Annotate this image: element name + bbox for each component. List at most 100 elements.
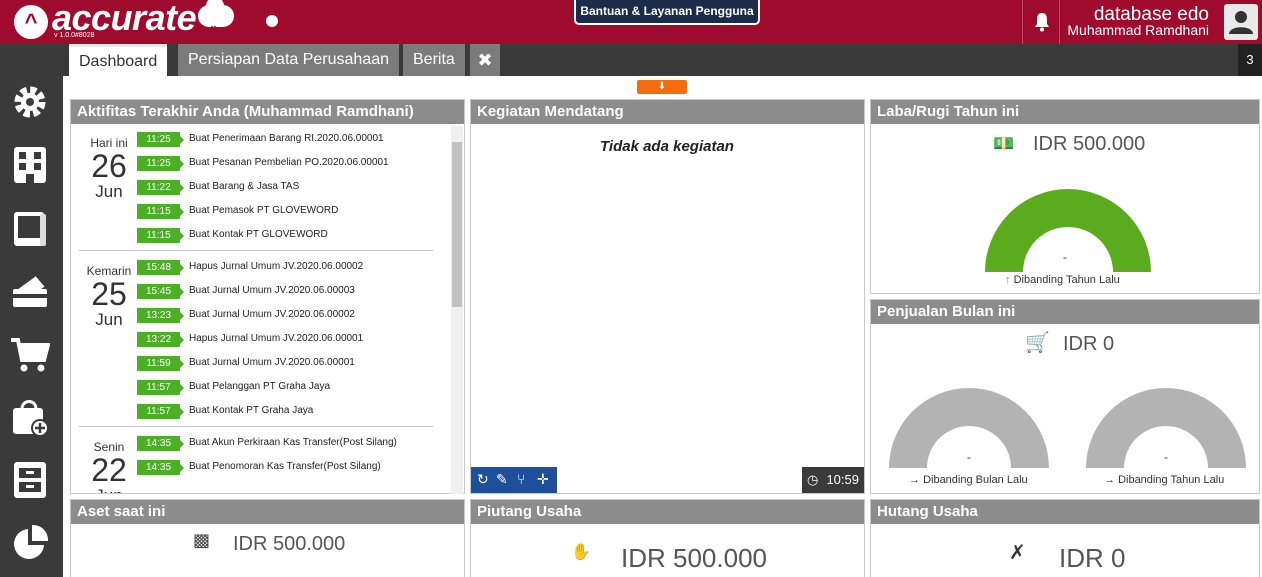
sales-cart-icon: [11, 338, 51, 372]
activity-panel: Aktifitas Terakhir Anda (Muhammad Ramdha…: [70, 99, 465, 494]
activity-description[interactable]: Buat Pemasok PT GLOVEWORD: [189, 205, 338, 216]
tab-berita[interactable]: Berita: [403, 44, 465, 76]
logo-subtitle: online: [196, 25, 229, 37]
sales-compare-month-label: Dibanding Bulan Lalu: [923, 474, 1028, 486]
sidebar-item-cash-bank[interactable]: [10, 271, 50, 311]
widget-clock: ◷ 10:59: [802, 467, 864, 493]
puzzle-icon: ▩: [193, 530, 211, 550]
events-title: Kegiatan Mendatang: [471, 100, 864, 124]
close-tab-button[interactable]: ✖: [470, 44, 500, 76]
receivables-title: Piutang Usaha: [471, 500, 864, 524]
sidebar-item-company[interactable]: [10, 145, 50, 185]
activity-time-badge: 11:15: [137, 204, 184, 219]
settings-icon: [14, 86, 46, 118]
profit-amount: IDR 500.000: [1033, 133, 1146, 155]
activity-time-badge: 14:35: [137, 436, 184, 451]
activity-description[interactable]: Buat Kontak PT Graha Jaya: [189, 405, 313, 416]
clock-icon: ◷: [807, 472, 819, 487]
edit-icon[interactable]: ✎: [496, 471, 508, 488]
activity-description[interactable]: Buat Penerimaan Barang RI.2020.06.00001: [189, 133, 384, 144]
arrow-up-icon: ↑: [1005, 274, 1011, 286]
activity-day-month: Jun: [79, 486, 139, 493]
bell-icon: [1035, 13, 1049, 32]
sidebar-item-inventory[interactable]: [10, 460, 50, 500]
activity-day: Kemarin 25 Jun: [79, 264, 139, 330]
activity-time-badge: 13:22: [137, 332, 184, 347]
activity-time-badge: 11:15: [137, 228, 184, 243]
tab-count-badge: 3: [1238, 44, 1262, 76]
payables-title: Hutang Usaha: [871, 500, 1259, 524]
activity-description[interactable]: Buat Jurnal Umum JV.2020.06.00002: [189, 309, 355, 320]
activity-description[interactable]: Buat Penomoran Kas Transfer(Post Silang): [189, 461, 381, 472]
activity-time-badge: 11:57: [137, 404, 184, 419]
activity-description[interactable]: Buat Jurnal Umum JV.2020.06.00003: [189, 285, 355, 296]
sales-compare-year-label: Dibanding Tahun Lalu: [1118, 474, 1225, 486]
profit-gauge: [985, 189, 1151, 272]
activity-day-number: 26: [91, 148, 127, 184]
activity-description[interactable]: Buat Barang & Jasa TAS: [189, 181, 299, 192]
accurate-logo[interactable]: ^ accurate online v 1.0.0#8028: [14, 0, 234, 41]
activity-day: Senin22Jun: [79, 440, 139, 493]
activity-day-number: 22: [91, 452, 127, 488]
activity-description[interactable]: Buat Akun Perkiraan Kas Transfer(Post Si…: [189, 437, 397, 448]
activity-description[interactable]: Hapus Jurnal Umum JV.2020.06.00001: [189, 333, 363, 344]
cloud-icon: [198, 0, 234, 27]
activity-day-number: 25: [91, 276, 127, 312]
sidebar-item-purchase[interactable]: [10, 397, 50, 437]
inventory-icon: [14, 462, 46, 498]
help-button[interactable]: Bantuan & Layanan Pengguna: [574, 0, 760, 25]
sidebar: [0, 44, 63, 577]
profit-compare-label: Dibanding Tahun Lalu: [1013, 274, 1120, 286]
activity-scrollbar[interactable]: [451, 126, 463, 494]
activity-list: Hari ini 26 Jun 11:25 Buat Penerimaan Barang…: [71, 124, 451, 493]
sidebar-item-ledger[interactable]: [10, 208, 50, 248]
activity-description[interactable]: Buat Kontak PT GLOVEWORD: [189, 229, 328, 240]
scrollbar-thumb[interactable]: [452, 142, 462, 307]
profit-gauge-value: -: [1063, 250, 1067, 264]
arrow-right-icon: →: [909, 474, 920, 486]
activity-time-badge: 11:25: [137, 132, 184, 147]
receivables-amount: IDR 500.000: [621, 543, 767, 573]
events-panel: Kegiatan Mendatang Tidak ada kegiatan ↻ …: [470, 99, 865, 494]
notification-button[interactable]: [1022, 0, 1060, 44]
status-dot-icon[interactable]: [266, 15, 278, 27]
activity-description[interactable]: Buat Pelanggan PT Graha Jaya: [189, 381, 330, 392]
arrow-down-icon: ⬇: [657, 81, 667, 92]
ledger-icon: [14, 212, 46, 246]
sidebar-item-sales[interactable]: [10, 334, 51, 374]
activity-divider: [79, 426, 433, 427]
activity-time-badge: 11:25: [137, 156, 184, 171]
user-icon: [1229, 11, 1253, 34]
share-icon[interactable]: ⑂: [517, 471, 525, 487]
sales-gauge-month-value: -: [967, 450, 971, 464]
report-pie-icon: [14, 524, 49, 559]
activity-description[interactable]: Buat Pesanan Pembelian PO.2020.06.00001: [189, 157, 389, 168]
profit-panel: Laba/Rugi Tahun ini 💵 IDR 500.000 - ↑ Di…: [870, 99, 1260, 294]
activity-description[interactable]: Hapus Jurnal Umum JV.2020.06.00002: [189, 261, 363, 272]
activity-day-month: Jun: [95, 310, 123, 329]
clock-time: 10:59: [826, 472, 859, 487]
purchase-bag-icon: [13, 400, 49, 437]
sidebar-item-reports[interactable]: [10, 523, 50, 563]
top-bar: ^ accurate online v 1.0.0#8028 Bantuan &…: [0, 0, 1262, 44]
collapse-toggle-button[interactable]: ⬇: [637, 80, 687, 94]
activity-description[interactable]: Buat Jurnal Umum JV.2020.06.00001: [189, 357, 355, 368]
sales-panel: Penjualan Bulan ini 🛒 IDR 0 - → Dibandin…: [870, 299, 1260, 494]
money-icon: 💵: [993, 134, 1015, 153]
move-icon[interactable]: ✛: [537, 471, 549, 488]
tab-dashboard[interactable]: Dashboard: [69, 44, 168, 76]
avatar[interactable]: [1224, 4, 1258, 40]
user-name: Muhammad Ramdhani: [1067, 22, 1209, 38]
activity-time-badge: 15:48: [137, 260, 184, 275]
activity-divider: [79, 250, 433, 251]
refresh-icon[interactable]: ↻: [477, 471, 489, 488]
sales-compare-year: → Dibanding Tahun Lalu: [1104, 474, 1224, 486]
logo-mark-icon: ^: [14, 5, 48, 39]
assets-panel: Aset saat ini ▩ IDR 500.000: [70, 499, 465, 577]
sales-title: Penjualan Bulan ini: [871, 300, 1259, 324]
sales-amount: IDR 0: [1063, 333, 1115, 355]
activity-day: Hari ini 26 Jun: [79, 136, 139, 202]
company-icon: [14, 147, 46, 183]
tab-persiapan-data[interactable]: Persiapan Data Perusahaan: [178, 44, 400, 76]
sidebar-item-settings[interactable]: [10, 82, 50, 122]
